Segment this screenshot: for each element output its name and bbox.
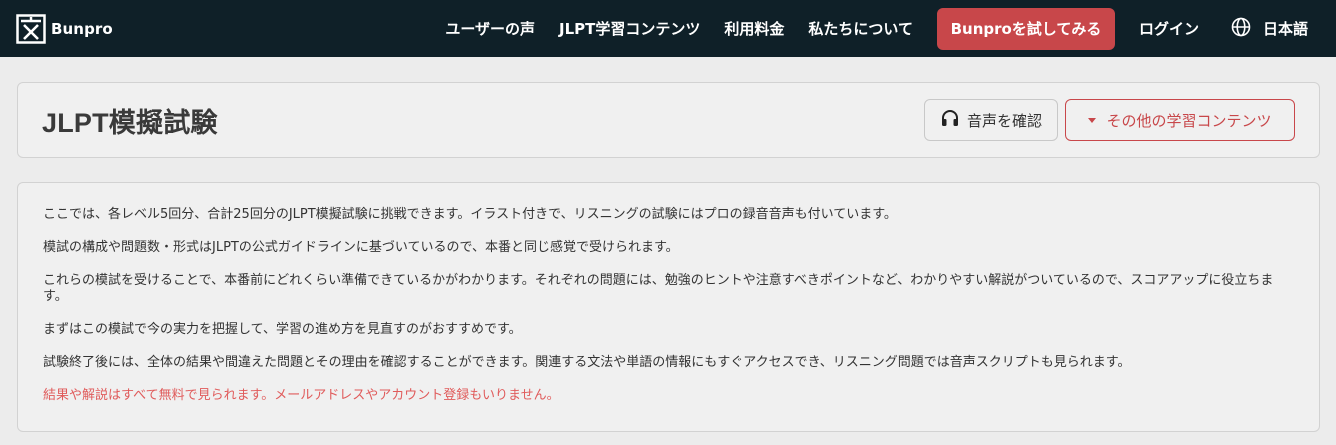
description-card: ここでは、各レベル5回分、合計25回分のJLPT模擬試験に挑戦できます。イラスト… (17, 182, 1320, 432)
description-paragraph: 試験終了後には、全体の結果や間違えた問題とその理由を確認することができます。関連… (43, 355, 1131, 370)
nav-link-user-voices[interactable]: ユーザーの声 (445, 18, 535, 39)
check-audio-label: 音声を確認 (966, 111, 1042, 130)
login-link[interactable]: ログイン (1139, 18, 1199, 39)
page-header-card: JLPT模擬試験 音声を確認 その他の学習コンテンツ (17, 82, 1320, 158)
other-content-dropdown-button[interactable]: その他の学習コンテンツ (1065, 99, 1295, 141)
nav-link-about-us[interactable]: 私たちについて (808, 18, 913, 39)
try-bunpro-button[interactable]: Bunproを試してみる (936, 7, 1115, 50)
description-paragraph: まずはこの模試で今の実力を把握して、学習の進め方を見直すのがおすすめです。 (43, 322, 522, 337)
nav-link-jlpt-content[interactable]: JLPT学習コンテンツ (559, 18, 700, 39)
bunpro-logo-icon (16, 13, 46, 44)
brand-name: Bunpro (51, 19, 113, 38)
description-paragraph: ここでは、各レベル5回分、合計25回分のJLPT模擬試験に挑戦できます。イラスト… (43, 207, 897, 222)
headphones-icon (940, 108, 960, 132)
page-title: JLPT模擬試験 (42, 107, 218, 138)
nav-menu: ユーザーの声 JLPT学習コンテンツ 利用料金 私たちについて Bunproを試… (445, 0, 1320, 57)
brand-link[interactable]: Bunpro (16, 0, 113, 57)
top-navbar: Bunpro ユーザーの声 JLPT学習コンテンツ 利用料金 私たちについて B… (0, 0, 1336, 57)
globe-icon (1231, 17, 1251, 41)
description-paragraph: これらの模試を受けることで、本番前にどれくらい準備できているかがわかります。それ… (43, 273, 1274, 304)
header-actions: 音声を確認 その他の学習コンテンツ (924, 99, 1295, 141)
free-notice-text: 結果や解説はすべて無料で見られます。メールアドレスやアカウント登録もいりません。 (43, 388, 560, 403)
caret-down-icon (1088, 117, 1097, 123)
check-audio-button[interactable]: 音声を確認 (924, 99, 1058, 141)
language-selector[interactable]: 日本語 (1231, 17, 1308, 41)
nav-link-pricing[interactable]: 利用料金 (724, 18, 784, 39)
language-label: 日本語 (1262, 20, 1308, 38)
description-paragraph: 模試の構成や問題数・形式はJLPTの公式ガイドラインに基づいているので、本番と同… (43, 240, 679, 255)
other-content-label: その他の学習コンテンツ (1106, 111, 1272, 130)
